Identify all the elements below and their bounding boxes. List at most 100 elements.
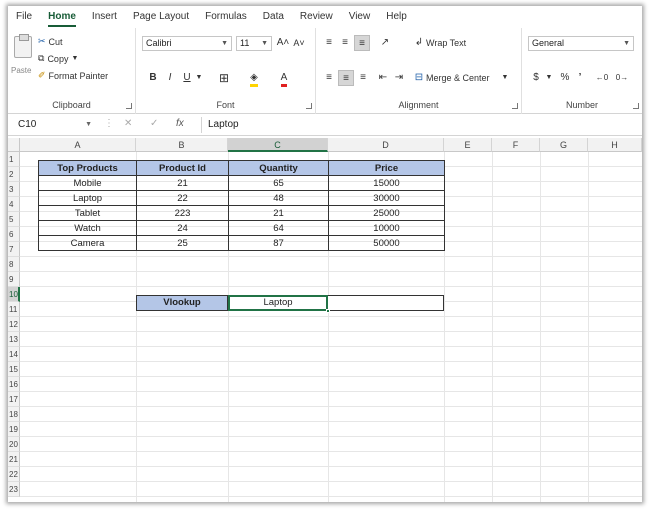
- comma-button[interactable]: ’: [574, 70, 586, 86]
- table-cell[interactable]: 64: [228, 220, 329, 236]
- row-header[interactable]: 12: [8, 317, 20, 332]
- row-header[interactable]: 19: [8, 422, 20, 437]
- select-all-corner[interactable]: [8, 138, 20, 152]
- chevron-down-icon[interactable]: ▼: [71, 55, 78, 62]
- table-cell[interactable]: Watch: [38, 220, 137, 236]
- tab-formulas[interactable]: Formulas: [197, 6, 255, 28]
- row-header[interactable]: 20: [8, 437, 20, 452]
- underline-button[interactable]: U: [180, 70, 194, 86]
- cut-button[interactable]: ✂ Cut: [38, 36, 63, 47]
- table-cell[interactable]: 10000: [328, 220, 445, 236]
- formula-input[interactable]: Laptop: [201, 117, 631, 133]
- column-header-a[interactable]: A: [20, 138, 136, 152]
- alignment-launcher-icon[interactable]: [512, 103, 518, 109]
- table-cell[interactable]: Mobile: [38, 175, 137, 191]
- table-cell[interactable]: Camera: [38, 235, 137, 251]
- increase-decimal-icon[interactable]: ←0: [594, 70, 610, 86]
- row-header[interactable]: 18: [8, 407, 20, 422]
- decrease-indent-icon[interactable]: ⇤: [376, 70, 390, 86]
- row-header[interactable]: 23: [8, 482, 20, 497]
- shrink-font-button[interactable]: A˅: [292, 35, 306, 51]
- column-header-e[interactable]: E: [444, 138, 492, 152]
- copy-button[interactable]: ⧉ Copy ▼: [38, 53, 78, 64]
- number-launcher-icon[interactable]: [633, 103, 639, 109]
- wrap-text-button[interactable]: Wrap Text: [426, 35, 482, 51]
- insert-function-icon[interactable]: fx: [176, 118, 184, 129]
- row-header[interactable]: 5: [8, 212, 20, 227]
- table-cell[interactable]: 25: [136, 235, 229, 251]
- align-left-icon[interactable]: ≡: [322, 70, 336, 86]
- align-top-icon[interactable]: ≡: [322, 35, 336, 51]
- font-launcher-icon[interactable]: [306, 103, 312, 109]
- row-header[interactable]: 14: [8, 347, 20, 362]
- vlookup-result-cell[interactable]: [328, 295, 444, 311]
- table-cell[interactable]: 21: [228, 205, 329, 221]
- tab-home[interactable]: Home: [40, 6, 84, 28]
- table-cell[interactable]: Laptop: [38, 190, 137, 206]
- row-header[interactable]: 11: [8, 302, 20, 317]
- row-header[interactable]: 22: [8, 467, 20, 482]
- currency-button[interactable]: $: [530, 70, 542, 86]
- format-painter-button[interactable]: ✐ Format Painter: [38, 70, 108, 81]
- row-header[interactable]: 7: [8, 242, 20, 257]
- tab-data[interactable]: Data: [255, 6, 292, 28]
- row-header[interactable]: 6: [8, 227, 20, 242]
- font-name-select[interactable]: Calibri ▼: [142, 36, 232, 51]
- number-format-select[interactable]: General ▼: [528, 36, 634, 51]
- table-cell[interactable]: 24: [136, 220, 229, 236]
- tab-page-layout[interactable]: Page Layout: [125, 6, 197, 28]
- chevron-down-icon[interactable]: ▼: [500, 70, 510, 86]
- header-quantity[interactable]: Quantity: [228, 160, 329, 176]
- orientation-icon[interactable]: ↗: [376, 35, 394, 51]
- wrap-text-icon[interactable]: ↲: [412, 35, 426, 51]
- enter-icon[interactable]: ✓: [150, 118, 158, 129]
- merge-center-button[interactable]: Merge & Center: [426, 70, 496, 86]
- table-cell[interactable]: Tablet: [38, 205, 137, 221]
- tab-review[interactable]: Review: [292, 6, 341, 28]
- tab-help[interactable]: Help: [378, 6, 415, 28]
- row-header[interactable]: 8: [8, 257, 20, 272]
- align-right-icon[interactable]: ≡: [356, 70, 370, 86]
- table-cell[interactable]: 223: [136, 205, 229, 221]
- row-header[interactable]: 1: [8, 152, 20, 167]
- column-header-b[interactable]: B: [136, 138, 228, 152]
- tab-insert[interactable]: Insert: [84, 6, 125, 28]
- cancel-icon[interactable]: ✕: [124, 118, 132, 129]
- italic-button[interactable]: I: [163, 70, 177, 86]
- table-cell[interactable]: 21: [136, 175, 229, 191]
- row-header[interactable]: 10: [8, 287, 20, 302]
- merge-center-icon[interactable]: ⊟: [412, 70, 426, 86]
- increase-indent-icon[interactable]: ⇥: [392, 70, 406, 86]
- align-center-icon[interactable]: ≡: [338, 70, 354, 86]
- vlookup-value-cell[interactable]: Laptop: [228, 295, 328, 311]
- fill-color-icon[interactable]: ◈: [246, 70, 262, 87]
- table-cell[interactable]: 25000: [328, 205, 445, 221]
- font-color-icon[interactable]: A: [276, 70, 292, 87]
- borders-icon[interactable]: ⊞: [216, 70, 232, 86]
- header-price[interactable]: Price: [328, 160, 445, 176]
- clipboard-launcher-icon[interactable]: [126, 103, 132, 109]
- decrease-decimal-icon[interactable]: 0→: [614, 70, 630, 86]
- table-cell[interactable]: 50000: [328, 235, 445, 251]
- header-top-products[interactable]: Top Products: [38, 160, 137, 176]
- row-header[interactable]: 2: [8, 167, 20, 182]
- paste-button[interactable]: Paste: [11, 66, 31, 75]
- header-product-id[interactable]: Product Id: [136, 160, 229, 176]
- percent-button[interactable]: %: [558, 70, 572, 86]
- column-header-f[interactable]: F: [492, 138, 540, 152]
- tab-view[interactable]: View: [341, 6, 379, 28]
- vlookup-label-cell[interactable]: Vlookup: [136, 295, 228, 311]
- row-header[interactable]: 17: [8, 392, 20, 407]
- column-header-c[interactable]: C: [228, 138, 328, 152]
- column-header-d[interactable]: D: [328, 138, 444, 152]
- row-header[interactable]: 13: [8, 332, 20, 347]
- row-header[interactable]: 16: [8, 377, 20, 392]
- paste-icon[interactable]: [14, 34, 32, 58]
- chevron-down-icon[interactable]: ▼: [194, 70, 204, 86]
- table-cell[interactable]: 65: [228, 175, 329, 191]
- row-header[interactable]: 15: [8, 362, 20, 377]
- font-size-select[interactable]: 11 ▼: [236, 36, 272, 51]
- row-header[interactable]: 4: [8, 197, 20, 212]
- align-middle-icon[interactable]: ≡: [338, 35, 352, 51]
- column-header-h[interactable]: H: [588, 138, 642, 152]
